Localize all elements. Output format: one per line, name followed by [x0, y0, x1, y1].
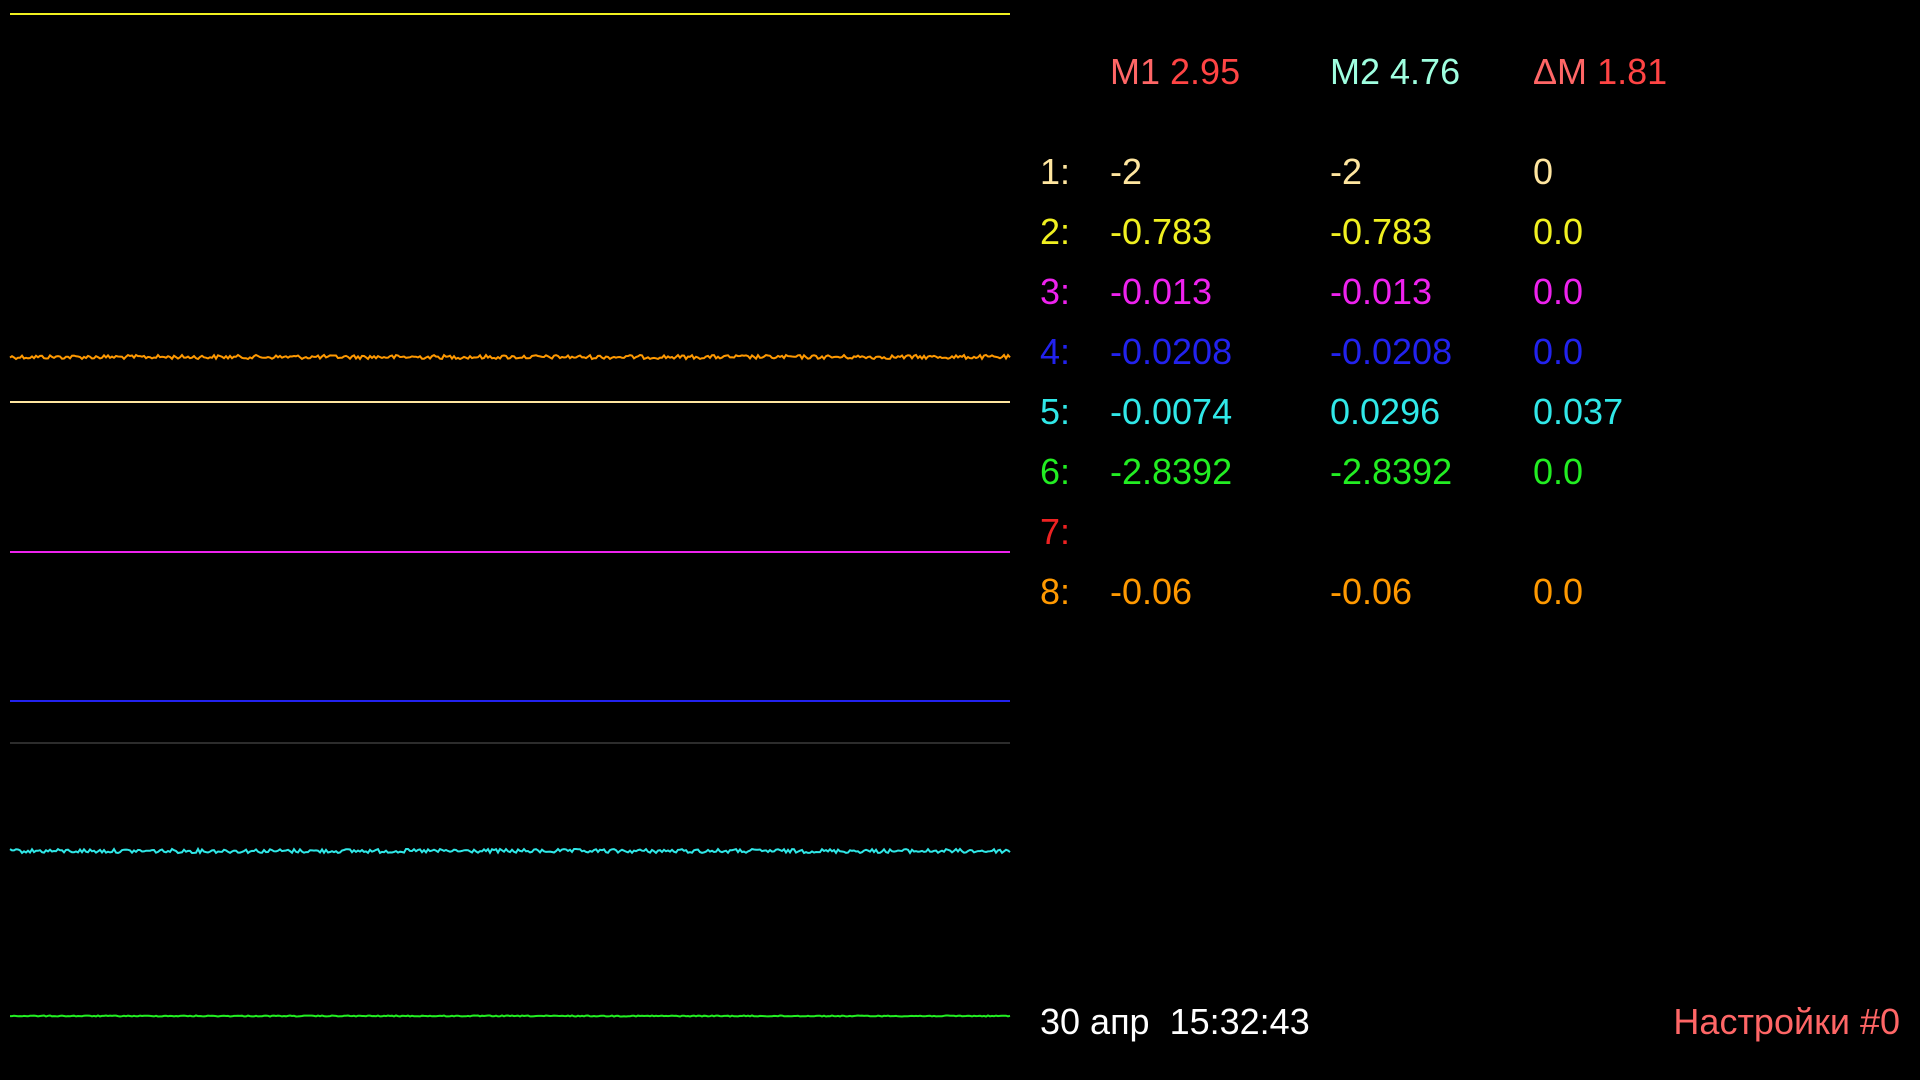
channel-index: 1: — [1040, 151, 1071, 192]
channel-m1-value: -0.0074 — [1110, 391, 1233, 432]
marker-delta-label: ΔM — [1533, 51, 1588, 92]
marker-m2-value: 4.76 — [1390, 51, 1461, 92]
trace-8 — [9, 353, 1011, 361]
channel-m1-value: -0.013 — [1110, 271, 1213, 312]
settings-button[interactable]: Настройки #0 — [1673, 1002, 1900, 1042]
channel-m2-value: -0.06 — [1330, 571, 1413, 612]
channel-m1-value: -2 — [1110, 151, 1143, 192]
marker-m1-value: 2.95 — [1170, 51, 1241, 92]
oscilloscope-screen: M1 2.95 M2 4.76 ΔM 1.81 1: -2 -2 0 2: -0.783 -… — [0, 0, 1920, 1080]
channel-delta-value: 0.0 — [1533, 331, 1584, 372]
channel-delta-value: 0.0 — [1533, 211, 1584, 252]
channel-m2-value: -2 — [1330, 151, 1363, 192]
channel-index: 8: — [1040, 571, 1071, 612]
channel-index: 3: — [1040, 271, 1071, 312]
channel-m2-value: -0.783 — [1330, 211, 1433, 252]
channel-index: 5: — [1040, 391, 1071, 432]
channel-delta-value: 0 — [1533, 151, 1554, 192]
channel-m1-value: -0.0208 — [1110, 331, 1233, 372]
marker-delta-value: 1.81 — [1597, 51, 1668, 92]
channel-m2-value: 0.0296 — [1330, 391, 1441, 432]
channel-delta-value: 0.037 — [1533, 391, 1624, 432]
channel-m1-value: -0.783 — [1110, 211, 1213, 252]
marker-delta: ΔM 1.81 — [1533, 52, 1667, 92]
datetime-display: 30 апр 15:32:43 — [1040, 1001, 1310, 1042]
trace-plot — [9, 13, 1011, 1018]
channel-delta-value: 0.0 — [1533, 451, 1584, 492]
marker-m2: M2 4.76 — [1330, 52, 1460, 92]
channel-delta-value: 0.0 — [1533, 271, 1584, 312]
channel-m2-value: -0.0208 — [1330, 331, 1453, 372]
trace-6 — [10, 1014, 1011, 1018]
marker-m1-label: M1 — [1110, 51, 1161, 92]
channel-m2-value: -2.8392 — [1330, 451, 1453, 492]
trace-5 — [9, 846, 1011, 855]
channel-m1-value: -2.8392 — [1110, 451, 1233, 492]
marker-m2-label: M2 — [1330, 51, 1381, 92]
channel-index: 7: — [1040, 511, 1071, 552]
marker-m1: M1 2.95 — [1110, 52, 1240, 92]
channel-m1-value: -0.06 — [1110, 571, 1193, 612]
channel-m2-value: -0.013 — [1330, 271, 1433, 312]
channel-index: 6: — [1040, 451, 1071, 492]
channel-delta-value: 0.0 — [1533, 571, 1584, 612]
channel-index: 4: — [1040, 331, 1071, 372]
channel-index: 2: — [1040, 211, 1071, 252]
